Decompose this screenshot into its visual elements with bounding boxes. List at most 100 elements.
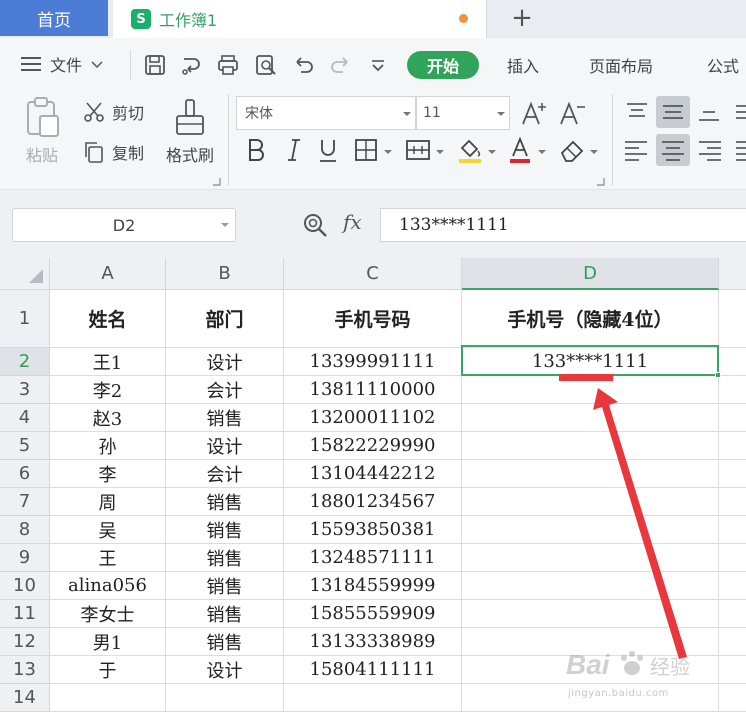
save-icon[interactable] <box>143 53 167 77</box>
wrap-text-button[interactable] <box>728 96 746 128</box>
formula-input[interactable]: 133****1111 <box>380 208 746 242</box>
eraser-icon[interactable] <box>558 136 586 164</box>
row-header-11[interactable]: 11 <box>0 600 50 628</box>
row-header-6[interactable]: 6 <box>0 460 50 488</box>
select-all-corner[interactable] <box>0 258 50 290</box>
cell-a2[interactable]: 王1 <box>50 348 166 376</box>
copy-button[interactable]: 复制 <box>82 140 144 164</box>
cell-c3[interactable]: 13811110000 <box>284 376 462 404</box>
cell-c6[interactable]: 13104442212 <box>284 460 462 488</box>
chevron-down-icon[interactable] <box>488 148 496 156</box>
chevron-down-icon[interactable] <box>538 148 546 156</box>
format-painter-button[interactable]: 格式刷 <box>162 98 218 178</box>
insert-function-button[interactable]: fx <box>343 210 362 234</box>
redo-icon[interactable] <box>328 53 352 77</box>
tab-page-layout[interactable]: 页面布局 <box>589 51 653 79</box>
expand-dialog-icon[interactable] <box>597 178 605 186</box>
cell-d4[interactable] <box>462 404 719 432</box>
cell-c5[interactable]: 15822229990 <box>284 432 462 460</box>
cell-a12[interactable]: 男1 <box>50 628 166 656</box>
cell-e7[interactable] <box>719 488 746 516</box>
row-header-2[interactable]: 2 <box>0 348 50 376</box>
cell-d11[interactable] <box>462 600 719 628</box>
row-header-9[interactable]: 9 <box>0 544 50 572</box>
cell-a13[interactable]: 于 <box>50 656 166 684</box>
cell-b9[interactable]: 销售 <box>166 544 284 572</box>
italic-icon[interactable] <box>280 136 308 164</box>
cell-a6[interactable]: 李 <box>50 460 166 488</box>
cell-a8[interactable]: 吴 <box>50 516 166 544</box>
tab-home[interactable]: 首页 <box>0 0 108 36</box>
increase-font-icon[interactable] <box>520 100 548 128</box>
customize-toolbar-icon[interactable] <box>366 53 390 77</box>
cell-a11[interactable]: 李女士 <box>50 600 166 628</box>
tab-insert[interactable]: 插入 <box>507 51 539 79</box>
cell-c9[interactable]: 13248571111 <box>284 544 462 572</box>
cell-d7[interactable] <box>462 488 719 516</box>
fill-color-icon[interactable] <box>456 136 484 164</box>
row-header-8[interactable]: 8 <box>0 516 50 544</box>
cell-d3[interactable] <box>462 376 719 404</box>
cell-e3[interactable] <box>719 376 746 404</box>
column-header-c[interactable]: C <box>284 258 462 290</box>
align-center-button[interactable] <box>656 134 690 166</box>
row-header-13[interactable]: 13 <box>0 656 50 684</box>
expand-dialog-icon[interactable] <box>213 178 221 186</box>
cell-b11[interactable]: 销售 <box>166 600 284 628</box>
align-top-button[interactable] <box>620 96 654 128</box>
font-name-select[interactable]: 宋体 <box>236 96 416 130</box>
row-header-5[interactable]: 5 <box>0 432 50 460</box>
cell-d9[interactable] <box>462 544 719 572</box>
cell-c7[interactable]: 18801234567 <box>284 488 462 516</box>
align-middle-button[interactable] <box>656 96 690 128</box>
font-color-icon[interactable] <box>506 136 534 164</box>
cell-b14[interactable] <box>166 684 284 712</box>
align-left-button[interactable] <box>620 134 654 166</box>
cell-c10[interactable]: 13184559999 <box>284 572 462 600</box>
tab-workbook[interactable]: S 工作簿1 <box>113 0 487 38</box>
cut-button[interactable]: 剪切 <box>82 100 144 124</box>
cell-b4[interactable]: 销售 <box>166 404 284 432</box>
column-header-b[interactable]: B <box>166 258 284 290</box>
cell-e8[interactable] <box>719 516 746 544</box>
chevron-down-icon[interactable] <box>590 148 598 156</box>
magnifier-icon[interactable] <box>302 212 328 238</box>
cell-d5[interactable] <box>462 432 719 460</box>
cell-e11[interactable] <box>719 600 746 628</box>
new-tab-button[interactable]: + <box>506 2 538 34</box>
cell-e4[interactable] <box>719 404 746 432</box>
font-size-select[interactable]: 11 <box>416 96 510 130</box>
undo-icon[interactable] <box>292 53 316 77</box>
cell-b5[interactable]: 设计 <box>166 432 284 460</box>
name-box[interactable]: D2 <box>12 208 236 242</box>
row-header-14[interactable]: 14 <box>0 684 50 712</box>
cell-b1[interactable]: 部门 <box>166 290 284 348</box>
cell-b3[interactable]: 会计 <box>166 376 284 404</box>
cell-b6[interactable]: 会计 <box>166 460 284 488</box>
cell-b2[interactable]: 设计 <box>166 348 284 376</box>
chevron-down-icon[interactable] <box>436 148 444 156</box>
tab-formula[interactable]: 公式 <box>707 51 739 79</box>
cell-e10[interactable] <box>719 572 746 600</box>
cell-e6[interactable] <box>719 460 746 488</box>
cell-a14[interactable] <box>50 684 166 712</box>
row-header-1[interactable]: 1 <box>0 290 50 348</box>
cell-b12[interactable]: 销售 <box>166 628 284 656</box>
cell-a7[interactable]: 周 <box>50 488 166 516</box>
cell-c4[interactable]: 13200011102 <box>284 404 462 432</box>
cell-a3[interactable]: 李2 <box>50 376 166 404</box>
justify-button[interactable] <box>728 134 746 166</box>
cell-c8[interactable]: 15593850381 <box>284 516 462 544</box>
cell-b7[interactable]: 销售 <box>166 488 284 516</box>
bold-icon[interactable] <box>242 136 270 164</box>
cell-d8[interactable] <box>462 516 719 544</box>
align-bottom-button[interactable] <box>692 96 726 128</box>
row-header-3[interactable]: 3 <box>0 376 50 404</box>
cell-b8[interactable]: 销售 <box>166 516 284 544</box>
column-header-a[interactable]: A <box>50 258 166 290</box>
row-header-4[interactable]: 4 <box>0 404 50 432</box>
column-header-d[interactable]: D <box>462 258 719 290</box>
cell-c11[interactable]: 15855559909 <box>284 600 462 628</box>
cell-a1[interactable]: 姓名 <box>50 290 166 348</box>
cell-a5[interactable]: 孙 <box>50 432 166 460</box>
